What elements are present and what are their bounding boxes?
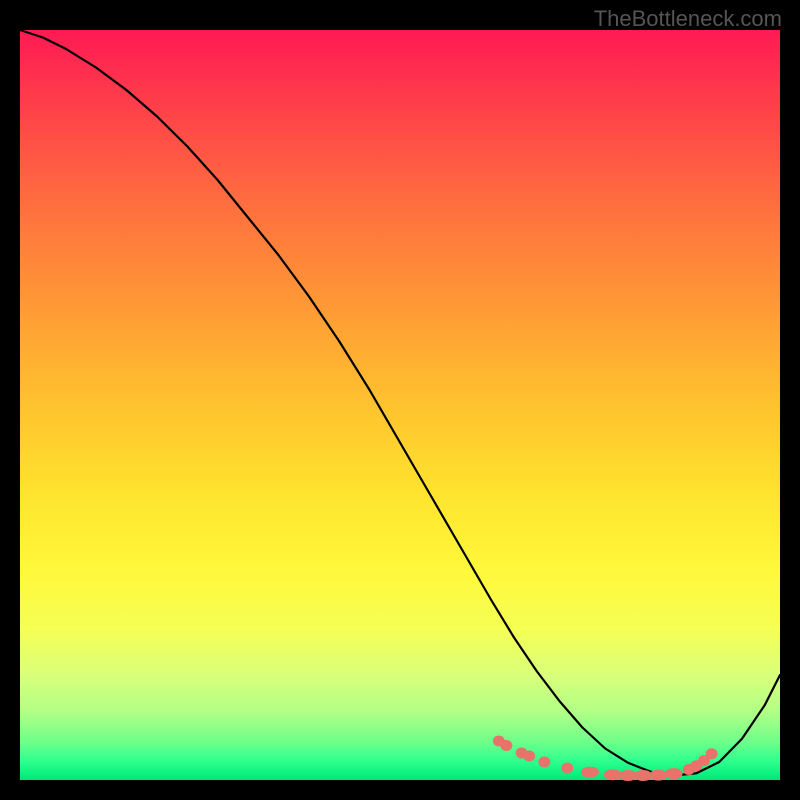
plot-area xyxy=(20,30,780,780)
chart-svg xyxy=(20,30,780,780)
watermark-text: TheBottleneck.com xyxy=(594,6,782,32)
chart-frame: TheBottleneck.com xyxy=(0,0,800,800)
bottleneck-curve xyxy=(20,30,780,776)
